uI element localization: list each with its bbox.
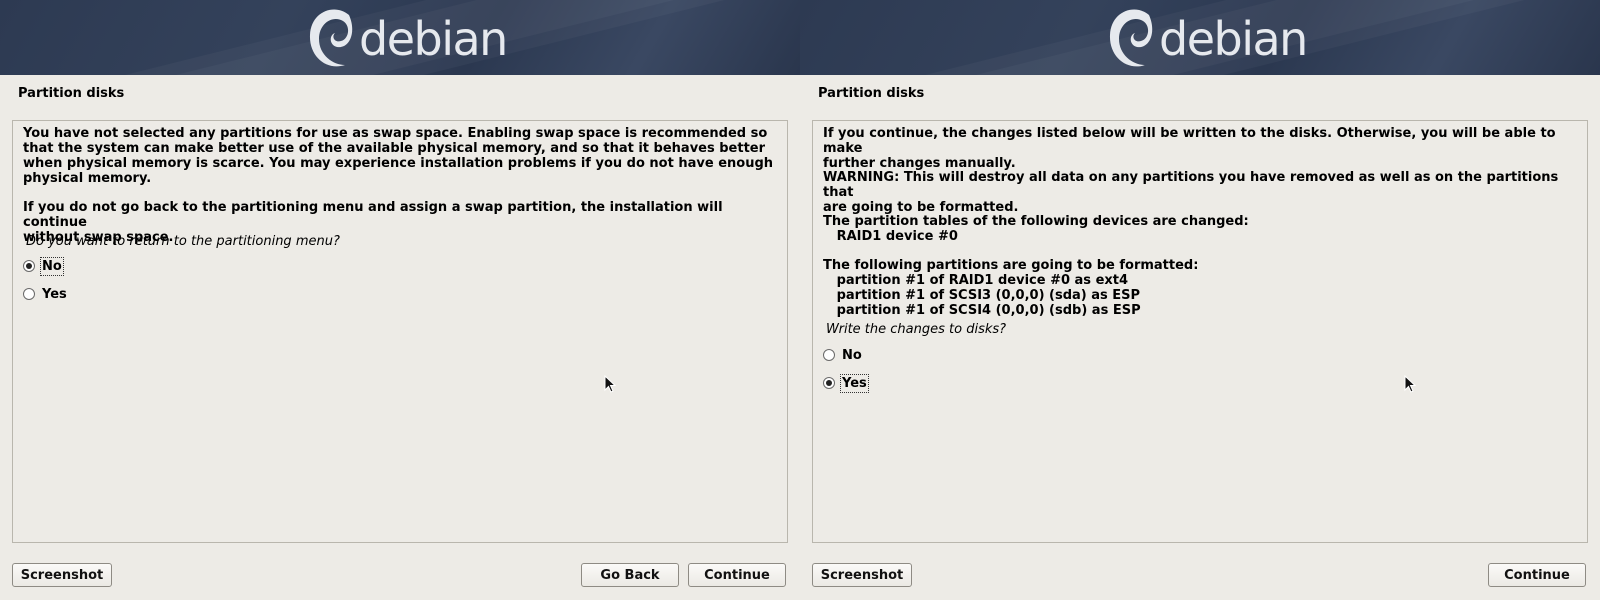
debian-logo: debian [305, 4, 508, 72]
continue-button[interactable]: Continue [1488, 563, 1586, 587]
option-label[interactable]: Yes [840, 373, 869, 393]
question-text: Write the changes to disks? [826, 322, 1007, 337]
debian-swirl-icon [1109, 9, 1153, 67]
option-yes[interactable]: Yes [823, 373, 869, 393]
radio-button[interactable] [23, 260, 35, 272]
partitions-formatted-paragraph: The following partitions are going to be… [823, 258, 1199, 318]
installer-pane-right: debian Partition disks If you continue, … [800, 0, 1600, 600]
go-back-button[interactable]: Go Back [581, 563, 679, 587]
warning-paragraph: WARNING: This will destroy all data on a… [823, 170, 1559, 215]
option-no[interactable]: No [23, 256, 64, 276]
question-text: Do you want to return to the partitionin… [26, 234, 340, 249]
continue-button[interactable]: Continue [688, 563, 786, 587]
info-paragraph: If you continue, the changes listed belo… [823, 126, 1556, 171]
screenshot-button[interactable]: Screenshot [12, 563, 112, 587]
option-yes[interactable]: Yes [23, 284, 69, 304]
logo-text: debian [1159, 12, 1308, 66]
mouse-pointer-icon [604, 375, 617, 393]
debian-logo: debian [1105, 4, 1308, 72]
installer-pane-left: debian Partition disks You have not sele… [0, 0, 800, 600]
content-box: If you continue, the changes listed belo… [812, 120, 1588, 543]
radio-button[interactable] [823, 377, 835, 389]
option-no[interactable]: No [823, 345, 864, 365]
screenshot-button[interactable]: Screenshot [812, 563, 912, 587]
option-label[interactable]: Yes [40, 285, 69, 304]
content-box: You have not selected any partitions for… [12, 120, 788, 543]
radio-button[interactable] [823, 349, 835, 361]
option-label[interactable]: No [840, 346, 864, 365]
step-title: Partition disks [18, 86, 125, 101]
banner: debian [800, 0, 1600, 75]
devices-changed-paragraph: The partition tables of the following de… [823, 214, 1249, 244]
option-label[interactable]: No [40, 256, 64, 276]
debian-swirl-icon [309, 9, 353, 67]
step-title: Partition disks [818, 86, 925, 101]
mouse-pointer-icon [1404, 375, 1417, 393]
banner: debian [0, 0, 800, 75]
logo-text: debian [359, 12, 508, 66]
radio-button[interactable] [23, 288, 35, 300]
info-paragraph: You have not selected any partitions for… [23, 126, 774, 186]
